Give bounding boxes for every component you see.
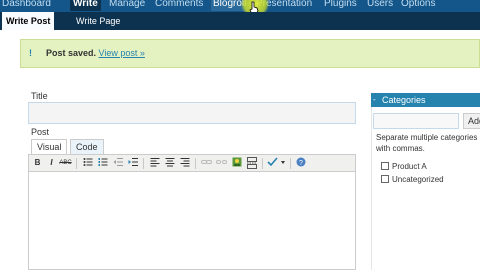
menu-users[interactable]: Users: [367, 0, 393, 11]
spellcheck-icon[interactable]: [267, 157, 287, 169]
link-icon[interactable]: [200, 157, 213, 169]
toolbar-divider: [143, 158, 144, 169]
title-input[interactable]: [28, 102, 356, 124]
submenu-write-post[interactable]: Write Post: [2, 12, 55, 30]
submenu: Write Post Write Page: [0, 12, 480, 30]
new-category-input[interactable]: [373, 113, 459, 129]
categories-title: Categories: [382, 95, 426, 105]
align-left-icon[interactable]: [148, 157, 161, 169]
toolbar-divider: [195, 158, 196, 169]
menu-plugins[interactable]: Plugins: [324, 0, 357, 11]
collapse-toggle-icon[interactable]: -: [373, 93, 376, 107]
menu-manage[interactable]: Manage: [109, 0, 145, 11]
menu-write[interactable]: Write: [70, 0, 101, 11]
save-notice: ! Post saved. View post »: [20, 39, 480, 68]
category-checkbox[interactable]: [381, 175, 389, 183]
category-item[interactable]: Uncategorized: [381, 175, 444, 184]
svg-text:?: ?: [299, 160, 303, 167]
category-checkbox[interactable]: [381, 162, 389, 170]
notice-message: Post saved.: [46, 48, 97, 58]
add-category-button[interactable]: Add: [463, 113, 480, 129]
menu-dashboard[interactable]: Dashboard: [2, 0, 51, 11]
submenu-write-page[interactable]: Write Page: [72, 12, 124, 30]
toolbar-divider: [76, 158, 77, 169]
category-label: Uncategorized: [392, 175, 444, 184]
category-item[interactable]: Product A: [381, 162, 427, 171]
italic-button[interactable]: I: [45, 157, 58, 169]
tab-code[interactable]: Code: [70, 139, 104, 155]
post-content-editor[interactable]: [28, 172, 356, 270]
categories-help-text: Separate multiple categories with commas…: [376, 133, 478, 153]
image-icon[interactable]: [230, 157, 243, 169]
outdent-icon[interactable]: [111, 157, 124, 169]
categories-header[interactable]: - Categories: [371, 93, 480, 107]
align-right-icon[interactable]: [178, 157, 191, 169]
editor-toolbar: B I ABC ?: [28, 154, 356, 172]
menu-comments[interactable]: Comments: [155, 0, 203, 11]
title-label: Title: [31, 91, 48, 101]
align-center-icon[interactable]: [163, 157, 176, 169]
numbered-list-icon[interactable]: [96, 157, 109, 169]
menu-options[interactable]: Options: [401, 0, 435, 11]
more-tag-icon[interactable]: [245, 157, 258, 169]
category-label: Product A: [392, 162, 427, 171]
indent-icon[interactable]: [126, 157, 139, 169]
tab-visual[interactable]: Visual: [31, 139, 68, 155]
post-label: Post: [31, 127, 50, 137]
notice-text: Post saved. View post »: [46, 48, 145, 58]
toolbar-divider: [262, 158, 263, 169]
info-icon: !: [29, 48, 32, 58]
toolbar-divider: [290, 158, 291, 169]
bold-button[interactable]: B: [31, 157, 44, 169]
help-icon[interactable]: ?: [294, 157, 307, 169]
admin-menu: Dashboard Write Manage Comments Blogroll…: [0, 0, 480, 12]
view-post-link[interactable]: View post »: [99, 48, 145, 58]
unlink-icon[interactable]: [215, 157, 228, 169]
bulleted-list-icon[interactable]: [81, 157, 94, 169]
strikethrough-button[interactable]: ABC: [59, 157, 72, 169]
